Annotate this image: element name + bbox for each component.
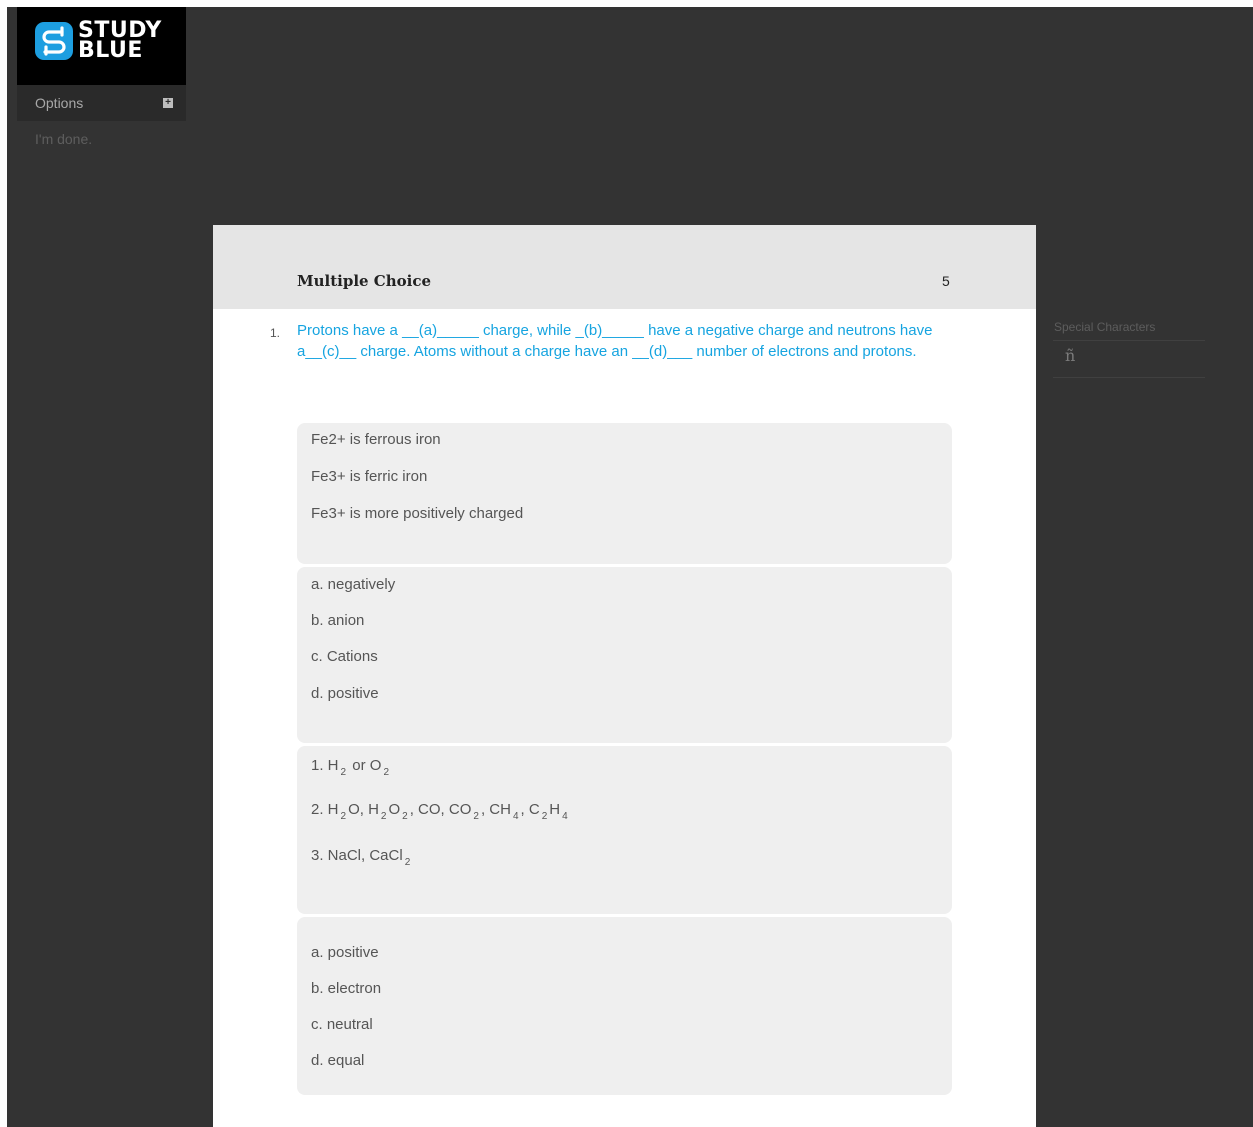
question-text[interactable]: Protons have a __(a)_____ charge, while …	[297, 321, 947, 362]
answer-block[interactable]: Fe2+ is ferrous iron Fe3+ is ferric iron…	[297, 423, 952, 564]
formula-text: 2. H	[311, 801, 339, 818]
section-title: Multiple Choice	[297, 272, 432, 290]
formula-text: or O	[352, 757, 382, 774]
formula-line: 2. H 2 O, H2O2, CO, CO 2, CH 4, C2H4	[311, 801, 570, 822]
formula-text: O, H	[348, 801, 379, 818]
formula-text: H	[549, 801, 561, 818]
answer-block[interactable]: a. positive b. electron c. neutral d. eq…	[297, 917, 952, 1095]
formula-text: , C	[520, 801, 540, 818]
answer-block[interactable]: 1. H2 or O2 2. H 2 O, H2O2, CO, CO 2, CH 4, …	[297, 746, 952, 914]
special-character-n-tilde[interactable]: ñ	[1065, 346, 1075, 365]
formula-subscript: 2	[404, 857, 411, 868]
question-count: 5	[942, 273, 950, 289]
formula-subscript: 2	[340, 811, 347, 822]
logo-line-2: BLUE	[78, 38, 143, 63]
card-header: Multiple Choice 5	[213, 225, 1036, 309]
formula-text: O	[388, 801, 401, 818]
special-characters-label: Special Characters	[1054, 320, 1156, 334]
block-line: Fe2+ is ferrous iron	[311, 431, 441, 448]
block-line: d. positive	[311, 685, 379, 702]
formula-subscript: 4	[512, 811, 519, 822]
studyblue-logo-icon	[35, 22, 73, 60]
formula-text: , CO, CO	[409, 801, 472, 818]
block-line: d. equal	[311, 1052, 365, 1069]
block-line: a. positive	[311, 944, 379, 961]
formula-subscript: 2	[340, 767, 347, 778]
question-number: 1.	[270, 326, 281, 340]
formula-line: 3. NaCl, CaCl 2	[311, 847, 412, 868]
formula-subscript: 2	[541, 811, 548, 822]
block-line: c. neutral	[311, 1016, 373, 1033]
formula-subscript: 2	[402, 811, 408, 822]
logo-text: STUDY BLUE	[78, 20, 162, 63]
block-line: b. electron	[311, 980, 382, 997]
done-link[interactable]: I'm done.	[35, 131, 92, 147]
block-line: Fe3+ is more positively charged	[311, 505, 524, 522]
block-line: c. Cations	[311, 648, 378, 665]
block-line: Fe3+ is ferric iron	[311, 468, 428, 485]
formula-text: 3. NaCl, CaCl	[311, 847, 403, 864]
app-window: STUDY BLUE Options + I'm done. Multiple …	[7, 7, 1253, 1127]
formula-subscript: 2	[473, 811, 479, 822]
block-line: b. anion	[311, 612, 365, 629]
formula-subscript: 4	[562, 811, 568, 822]
formula-text: , CH	[480, 801, 511, 818]
studyblue-logo[interactable]: STUDY BLUE	[17, 7, 186, 85]
formula-subscript: 2	[380, 811, 387, 822]
question-card: Multiple Choice 5 1. Protons have a __(a…	[213, 225, 1036, 1127]
block-line: a. negatively	[311, 576, 396, 593]
divider	[1053, 377, 1205, 378]
formula-text: 1. H	[311, 757, 339, 774]
formula-line: 1. H2 or O2	[311, 757, 391, 778]
divider	[1053, 340, 1205, 341]
formula-subscript: 2	[383, 767, 389, 778]
plus-square-icon[interactable]: +	[163, 98, 173, 108]
answer-block[interactable]: a. negatively b. anion c. Cations d. pos…	[297, 567, 952, 743]
options-label: Options	[35, 95, 84, 111]
options-menu-toggle[interactable]: Options +	[17, 85, 186, 121]
